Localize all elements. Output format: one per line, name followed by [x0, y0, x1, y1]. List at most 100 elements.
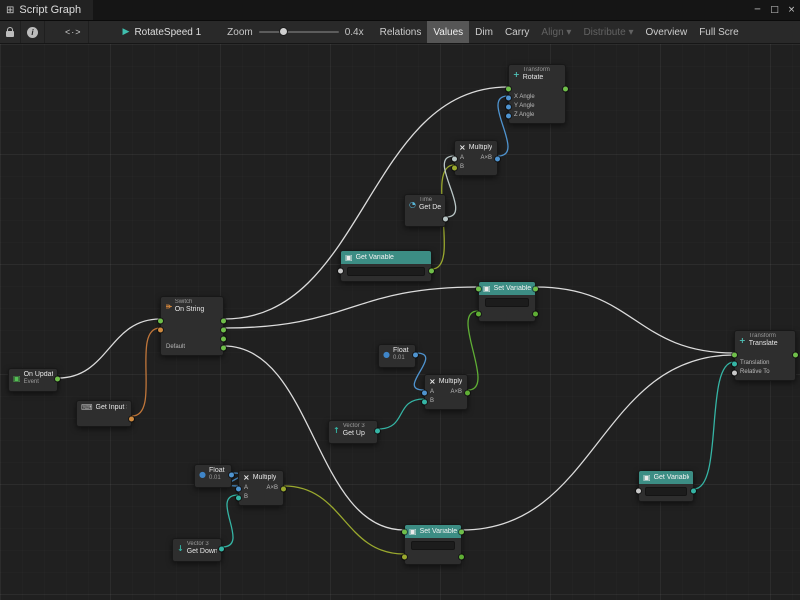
variable-name-field[interactable]	[645, 487, 687, 496]
input-port[interactable]	[236, 486, 241, 491]
node-vector3-get-up[interactable]: ↑Vector 3Get Up	[328, 420, 378, 444]
wire-setvar-bottom-to-translate[interactable]	[462, 355, 734, 530]
toolbar-button-dim[interactable]: Dim	[469, 21, 499, 43]
output-port[interactable]	[375, 428, 380, 433]
toolbar-button-overview[interactable]: Overview	[640, 21, 694, 43]
node-get-variable-top[interactable]: ▣Get Variable	[340, 250, 432, 282]
insert-node-button[interactable]: <·>	[59, 21, 89, 43]
input-port[interactable]	[732, 352, 737, 357]
output-port[interactable]	[129, 416, 134, 421]
output-port[interactable]	[459, 554, 464, 559]
wire-getvar-right-to-translate[interactable]	[694, 362, 734, 489]
wire-switch-to-rotate[interactable]	[224, 87, 508, 319]
zoom-slider[interactable]	[259, 31, 339, 33]
toolbar-button-full-scre[interactable]: Full Scre	[693, 21, 744, 43]
node-multiply-down[interactable]: ×MultiplyAA×BB	[238, 470, 284, 506]
wire-multiply-mid-to-setvar[interactable]	[468, 311, 478, 390]
output-port[interactable]	[459, 529, 464, 534]
output-port[interactable]	[219, 546, 224, 551]
lock-button[interactable]	[0, 21, 21, 43]
input-port[interactable]	[506, 104, 511, 109]
variable-name-field[interactable]	[411, 541, 455, 550]
input-port[interactable]	[422, 390, 427, 395]
node-get-input-string[interactable]: ⌨Get Input Strin	[76, 400, 132, 427]
wire-setvar-mid-to-translate[interactable]	[536, 287, 734, 353]
multiply-icon: ×	[429, 377, 436, 386]
node-get-variable-right[interactable]: ▣Get Variable	[638, 470, 694, 502]
node-multiply-up[interactable]: ×MultiplyAA×BB	[424, 374, 468, 410]
node-set-variable-bottom[interactable]: ▣Set Variable	[404, 524, 462, 565]
node-get-delta-time[interactable]: ◔TimeGet Delta Time	[404, 194, 446, 227]
wire-switch-to-setvar-mid[interactable]	[224, 287, 478, 328]
output-port[interactable]	[221, 336, 226, 341]
tab-script-graph[interactable]: ⊞ Script Graph	[0, 0, 93, 20]
toolbar-button-carry[interactable]: Carry	[499, 21, 535, 43]
toolbar-button-relations[interactable]: Relations	[374, 21, 428, 43]
info-button[interactable]: i	[21, 21, 45, 43]
node-header: ▣Get Variable	[341, 251, 431, 264]
output-port[interactable]	[221, 318, 226, 323]
input-port[interactable]	[338, 269, 343, 274]
wire-getdown-to-multiply-bot-b[interactable]	[222, 495, 238, 547]
output-port[interactable]	[793, 352, 798, 357]
zoom-slider-handle[interactable]	[279, 27, 288, 36]
node-port-row: AA×B	[239, 484, 283, 493]
output-port[interactable]	[495, 156, 500, 161]
input-port[interactable]	[732, 370, 737, 375]
variable-name-field[interactable]	[347, 267, 425, 276]
output-port[interactable]	[55, 376, 60, 381]
maximize-button[interactable]: □	[766, 0, 783, 20]
node-port-row: AA×B	[455, 154, 497, 163]
input-port[interactable]	[476, 286, 481, 291]
output-port[interactable]	[691, 489, 696, 494]
output-port[interactable]	[413, 352, 418, 357]
input-port[interactable]	[236, 495, 241, 500]
output-port[interactable]	[533, 311, 538, 316]
node-float-001-mid[interactable]: ●Float0.01	[378, 344, 416, 368]
input-port[interactable]	[506, 95, 511, 100]
node-multiply-rotation[interactable]: ×MultiplyAA×BB	[454, 140, 498, 176]
node-transform-translate[interactable]: +TransformTranslateTranslationRelative T…	[734, 330, 796, 381]
toolbar-button-values[interactable]: Values	[427, 21, 469, 43]
input-port[interactable]	[402, 529, 407, 534]
node-float-001-bottom[interactable]: ●Float0.01	[194, 464, 232, 488]
input-port[interactable]	[506, 113, 511, 118]
node-transform-rotate[interactable]: +TransformRotateX AngleY AngleZ Angle	[508, 64, 566, 124]
output-port[interactable]	[443, 216, 448, 221]
input-port[interactable]	[732, 361, 737, 366]
output-port[interactable]	[465, 390, 470, 395]
port-label: X Angle	[514, 93, 535, 102]
variable-icon: ▣	[643, 473, 651, 482]
node-vector3-get-down[interactable]: ↓Vector 3Get Down	[172, 538, 222, 562]
input-port[interactable]	[452, 156, 457, 161]
output-port[interactable]	[229, 472, 234, 477]
node-port-row	[509, 84, 565, 93]
port-label: Default	[166, 343, 185, 352]
variable-name-field[interactable]	[485, 298, 529, 307]
input-port[interactable]	[422, 399, 427, 404]
output-port[interactable]	[563, 86, 568, 91]
output-port[interactable]	[533, 286, 538, 291]
node-on-update-event[interactable]: ▣On UpdateEvent	[8, 368, 58, 392]
wire-update-to-switch[interactable]	[58, 319, 160, 378]
output-port[interactable]	[281, 486, 286, 491]
multiply-icon: ×	[459, 143, 466, 152]
output-port[interactable]	[221, 327, 226, 332]
output-port[interactable]	[429, 269, 434, 274]
wire-input-to-switch[interactable]	[132, 328, 160, 416]
graph-canvas[interactable]: ▣On UpdateEvent ⌨Get Input Strin ⋔SwitchOn…	[0, 44, 800, 600]
minimize-button[interactable]: ─	[749, 0, 766, 20]
output-port[interactable]	[221, 345, 226, 350]
node-switch-on-string[interactable]: ⋔SwitchOn StringDefault	[160, 296, 224, 356]
input-port[interactable]	[402, 554, 407, 559]
input-port[interactable]	[158, 318, 163, 323]
wire-getup-to-multiply-mid-b[interactable]	[378, 399, 424, 429]
input-port[interactable]	[158, 327, 163, 332]
input-port[interactable]	[506, 86, 511, 91]
wire-multiply-bot-to-setvar[interactable]	[284, 486, 404, 554]
input-port[interactable]	[452, 165, 457, 170]
node-set-variable-mid[interactable]: ▣Set Variable	[478, 281, 536, 322]
close-button[interactable]: ×	[783, 0, 800, 20]
input-port[interactable]	[636, 489, 641, 494]
input-port[interactable]	[476, 311, 481, 316]
